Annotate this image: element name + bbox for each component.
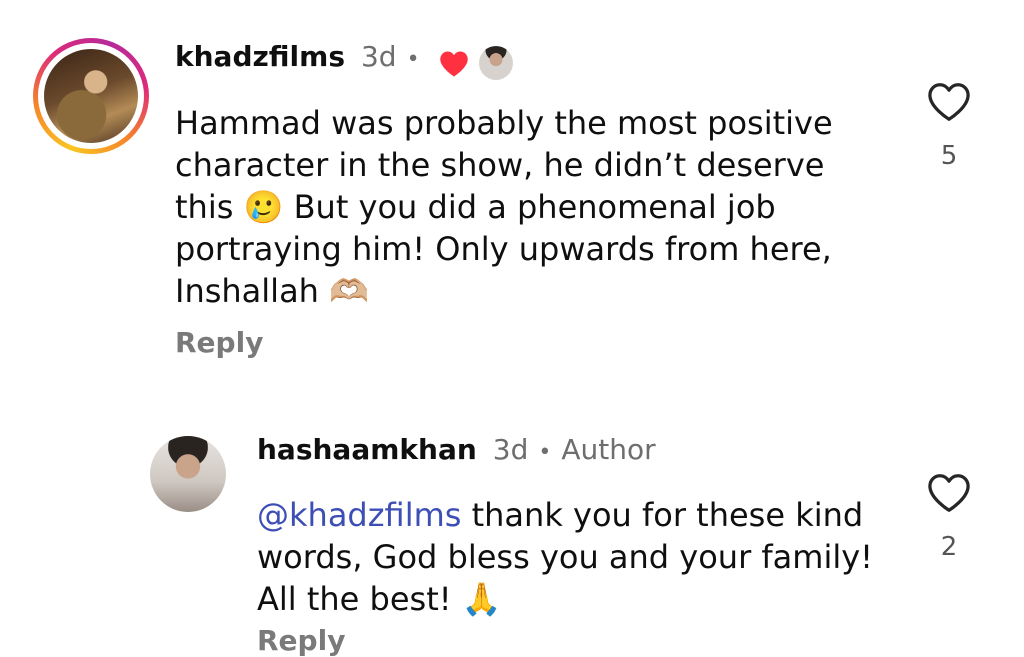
comment-meta: hashaamkhan 3d • Author — [257, 433, 656, 466]
heart-outline-icon[interactable] — [927, 82, 971, 122]
creator-avatar — [479, 46, 513, 80]
reply-button[interactable]: Reply — [175, 326, 263, 359]
comment-text: Hammad was probably the most positive ch… — [175, 104, 833, 310]
avatar — [44, 49, 138, 143]
comment-text: @khadzfilms thank you for these kind wor… — [257, 494, 897, 620]
heart-filled-icon — [440, 51, 468, 77]
avatar[interactable] — [150, 436, 226, 512]
reply-button[interactable]: Reply — [257, 624, 345, 657]
author-badge: Author — [561, 433, 656, 466]
username[interactable]: hashaamkhan — [257, 433, 477, 466]
meta-separator: • — [406, 47, 420, 72]
mention-link[interactable]: @khadzfilms — [257, 496, 461, 534]
heart-outline-icon[interactable] — [927, 473, 971, 513]
like-count: 5 — [940, 141, 958, 171]
timestamp: 3d — [492, 433, 529, 466]
like-count: 2 — [940, 532, 958, 562]
story-ring-avatar[interactable] — [33, 38, 149, 154]
username[interactable]: khadzfilms — [175, 40, 345, 73]
timestamp: 3d — [360, 40, 397, 73]
comment-meta: khadzfilms 3d • — [175, 40, 420, 73]
meta-separator: • — [538, 440, 552, 465]
